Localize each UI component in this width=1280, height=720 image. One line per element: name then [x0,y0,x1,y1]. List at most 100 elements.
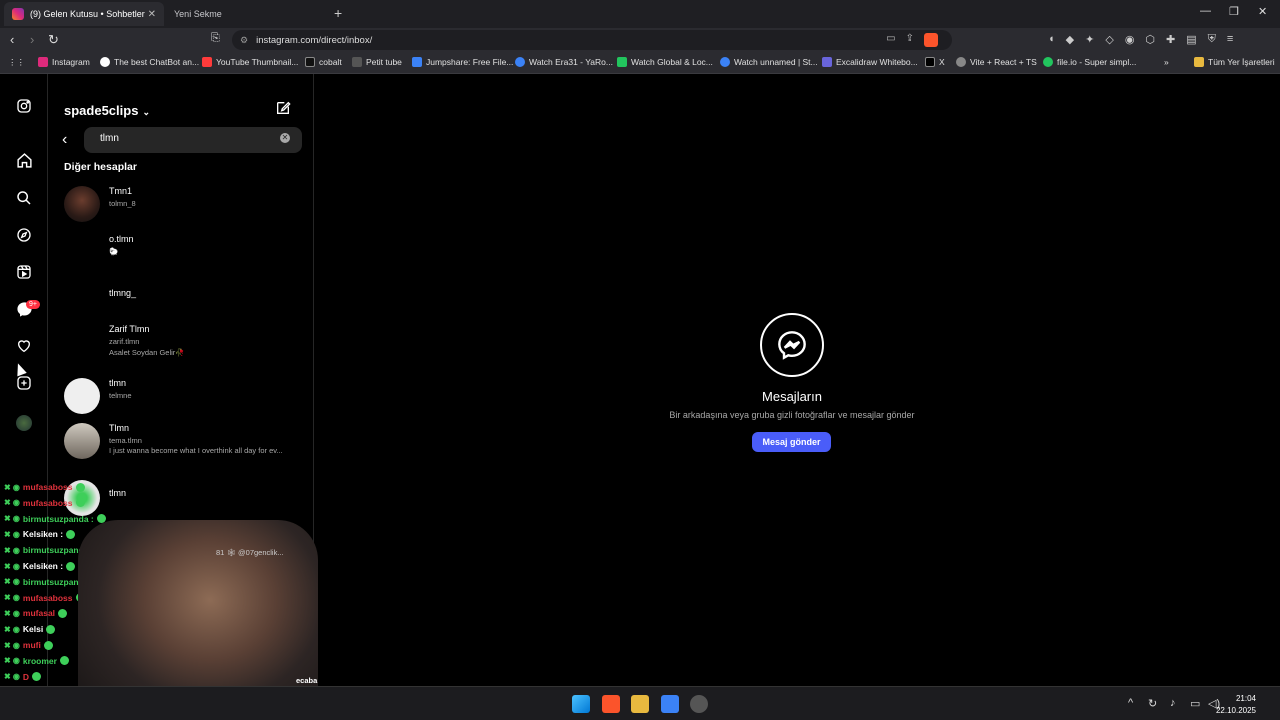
chat-badges-icon: ✖ ◉ [4,672,20,682]
back-icon[interactable]: ‹ [10,32,14,47]
back-arrow-icon[interactable]: ‹ [62,131,67,149]
browser-tab-bar: (9) Gelen Kutusu • Sohbetler ✕ Yeni Sekm… [0,0,1280,28]
tray-chevron-icon[interactable]: ^ [1128,697,1133,709]
chat-badges-icon: ✖ ◉ [4,498,20,508]
create-icon[interactable] [14,375,34,395]
bookmark-label: Instagram [52,57,90,67]
menu-icon[interactable]: ≡ [1227,33,1233,46]
chat-username: Kelsiken : [22,529,64,540]
overlay-tag: ecaba [296,676,318,685]
chat-username: mufasaboss [22,497,73,508]
profile-avatar[interactable] [16,415,32,431]
reload-icon[interactable]: ↻ [48,32,59,48]
extension-icon[interactable]: ◆ [1066,33,1074,46]
account-result[interactable]: Tmn1 tolmn_8 [64,184,304,228]
vpn-icon[interactable]: ⛨ [1208,33,1216,46]
clock-date: 22.10.2025 [1215,706,1256,715]
microphone-icon[interactable]: ♪ [1170,697,1176,709]
bookmark-item[interactable]: X [925,57,945,67]
account-name: tlmng_ [109,288,137,298]
site-settings-icon[interactable]: ⚙ [240,35,248,46]
bookmark-item[interactable]: Watch Era31 - YaRo... [515,57,613,67]
new-message-icon[interactable] [275,100,291,121]
close-icon[interactable]: ✕ [148,9,156,20]
search-icon[interactable] [14,190,34,210]
account-result[interactable]: o.tlmn 🐑 [64,232,304,276]
new-tab-button[interactable]: + [334,5,342,21]
chat-emote-icon [43,640,53,650]
all-bookmarks[interactable]: Tüm Yer İşaretleri [1194,57,1275,67]
instagram-logo-icon[interactable] [14,98,34,118]
bookmark-label: X [939,57,945,67]
folder-icon [1194,57,1204,67]
bookmark-item[interactable]: The best ChatBot an... [100,57,199,67]
system-clock[interactable]: 21:04 22.10.2025 [1216,693,1256,717]
account-result[interactable]: tlmn telmne [64,376,304,420]
reels-icon[interactable] [14,264,34,284]
clear-search-icon[interactable]: ✕ [280,133,290,143]
avatar [64,423,100,459]
minimize-icon[interactable]: — [1200,5,1211,17]
extension-icon[interactable]: ◇ [1105,33,1113,46]
extension-icon[interactable]: ✦ [1085,33,1094,46]
bookmarks-overflow-icon[interactable]: » [1164,57,1169,67]
tab-title: Yeni Sekme [174,9,222,19]
url-text: instagram.com/direct/inbox/ [256,34,373,46]
chat-message: ✖ ◉ D [4,672,42,682]
instagram-favicon-icon [12,8,24,20]
chat-message: ✖ ◉ birmutsuzpanda : [4,514,106,524]
notification-badge: 9+ [26,300,40,309]
bookmark-item[interactable]: Instagram [38,57,90,67]
sync-icon[interactable]: ↻ [1148,697,1157,710]
forward-icon[interactable]: › [30,32,34,47]
steam-icon[interactable] [690,695,708,713]
bookmark-item[interactable]: YouTube Thumbnail... [202,57,298,67]
tab-instagram[interactable]: (9) Gelen Kutusu • Sohbetler ✕ [4,2,164,26]
account-name: Tmn1 [109,186,133,196]
puzzle-icon[interactable]: ✚ [1166,33,1175,46]
extension-icon[interactable]: ◖ [1048,33,1055,46]
home-icon[interactable] [14,152,34,172]
restore-icon[interactable]: ❐ [1229,5,1239,18]
overlay-text: 81 🕸 @07genclik... [216,548,284,557]
explore-icon[interactable] [14,227,34,247]
account-result[interactable]: Zarif Tlmn zarif.tlmn Asalet Soydan Geli… [64,322,304,366]
bookmark-label: Petit tube [366,57,402,67]
bookmark-item[interactable]: file.io - Super simpl... [1043,57,1136,67]
start-icon[interactable] [572,695,590,713]
bookmark-item[interactable]: cobalt [305,57,342,67]
url-field[interactable]: ⚙ instagram.com/direct/inbox/ ▭ ⇪ [232,30,952,50]
bookmark-item[interactable]: Excalidraw Whitebo... [822,57,918,67]
search-input[interactable] [100,133,270,144]
bookmark-item[interactable]: Petit tube [352,57,402,67]
account-switcher[interactable]: spade5clips ⌄ [64,103,150,118]
cast-icon[interactable]: ▭ [886,33,895,47]
address-bar-row: ‹ › ↻ ⎘ ⚙ instagram.com/direct/inbox/ ▭ … [0,28,1280,52]
extension-icon[interactable]: ◉ [1125,33,1135,46]
app-icon[interactable] [661,695,679,713]
extension-icon[interactable]: ⬡ [1145,33,1155,46]
extensions-toolbar: ◖ ◆ ✦ ◇ ◉ ⬡ ✚ ▤ ⛨ ≡ [1048,33,1233,46]
bookmark-icon[interactable]: ⎘ [211,32,220,45]
bookmark-item[interactable]: Watch unnamed | St... [720,57,818,67]
empty-title: Mesajların [762,389,822,404]
share-icon[interactable]: ⇪ [906,33,914,47]
bookmark-item[interactable]: Watch Global & Loc... [617,57,713,67]
account-name: Tlmn [109,423,129,433]
heart-icon[interactable] [14,338,34,358]
brave-shields-icon[interactable] [924,33,938,47]
send-message-button[interactable]: Mesaj gönder [752,432,831,452]
network-icon[interactable]: ▭ [1190,697,1200,710]
chat-message: ✖ ◉ Kelsiken : [4,529,76,540]
file-explorer-icon[interactable] [631,695,649,713]
account-result[interactable]: Tlmn tema.tlmn I just wanna become what … [64,421,304,471]
tab-new[interactable]: Yeni Sekme [166,2,326,26]
bookmark-item[interactable]: Vite + React + TS [956,57,1037,67]
window-close-icon[interactable]: ✕ [1258,5,1267,18]
sidebar-icon[interactable]: ▤ [1186,33,1196,46]
chat-username: kroomer [22,655,57,666]
bookmark-item[interactable]: Jumpshare: Free File... [412,57,513,67]
chatbot-icon [100,57,110,67]
brave-icon[interactable] [602,695,620,713]
apps-icon[interactable]: ⋮⋮ [8,57,25,68]
